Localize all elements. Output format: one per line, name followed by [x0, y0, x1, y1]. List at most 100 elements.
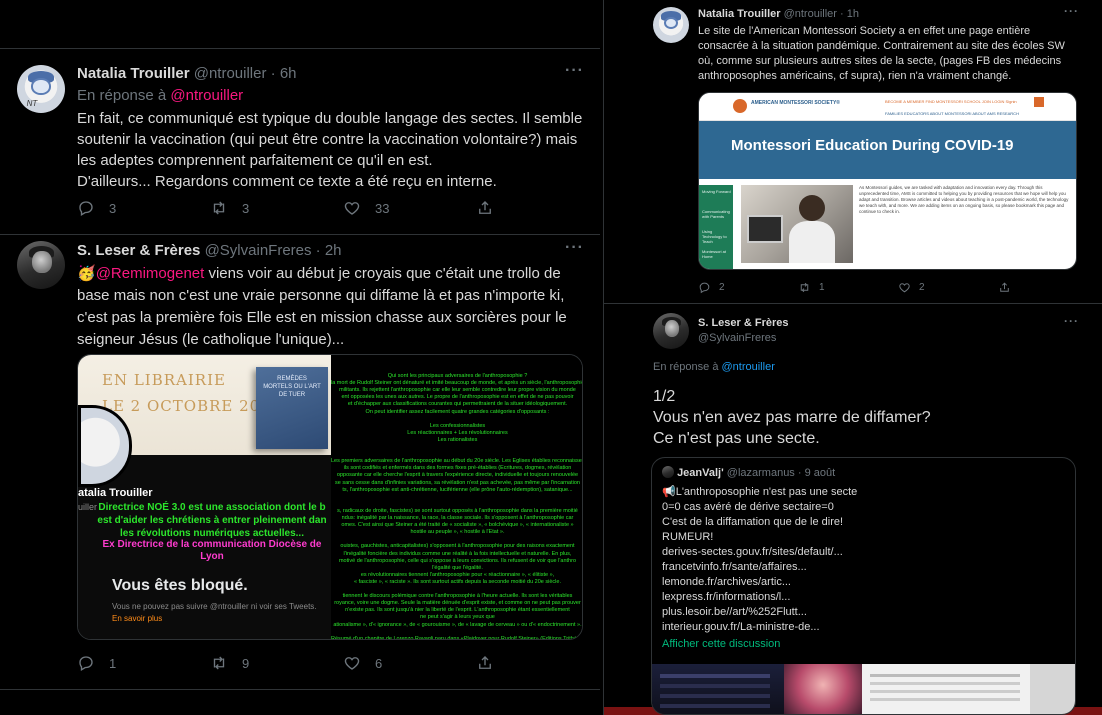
ams-hero: Montessori Education During COVID-19: [699, 121, 1076, 179]
separator-dot: ·: [315, 242, 321, 259]
more-options-icon[interactable]: ···: [565, 239, 584, 257]
quote-media-strip[interactable]: [652, 664, 1075, 714]
author-name[interactable]: Natalia Trouiller: [698, 8, 781, 20]
party-emoji: 🥳: [77, 265, 96, 282]
heart-icon: [899, 283, 910, 293]
retweet-button[interactable]: 9: [210, 654, 343, 672]
timestamp[interactable]: 2h: [325, 242, 342, 259]
avatar[interactable]: [17, 241, 65, 289]
quote-author-handle: @lazarmanus: [726, 467, 795, 479]
media-left-panel: EN LIBRAIRIE LE 2 OCTOBRE 2020 REMÈDES M…: [78, 355, 331, 639]
like-button[interactable]: 6: [343, 654, 476, 672]
quote-link-line[interactable]: lexpress.fr/informations/l...: [662, 590, 857, 605]
media-text-line: es révolutionnaires tiennent l'anthropos…: [360, 571, 555, 578]
tweet-text-line: 🥳@Remimogenet viens voir au début je cro…: [77, 263, 567, 285]
timestamp[interactable]: 1h: [847, 8, 859, 20]
reply-mention-link[interactable]: @ntrouiller: [170, 87, 243, 104]
ams-header: AMERICAN MONTESSORI SOCIETY® BECOME A ME…: [699, 93, 1076, 121]
media-text-line: opposante car elle cherche l'esprit à tr…: [336, 472, 579, 479]
side-item: Montessori at Home: [702, 249, 727, 259]
author-handle[interactable]: @SylvainFreres: [205, 242, 312, 259]
share-button[interactable]: [476, 654, 494, 672]
reply-count: 1: [109, 655, 117, 671]
tweet-media-image[interactable]: EN LIBRAIRIE LE 2 OCTOBRE 2020 REMÈDES M…: [77, 354, 583, 640]
media-text-line: Les confessionnalistes: [429, 422, 486, 429]
retweet-button[interactable]: 3: [210, 199, 343, 217]
more-options-icon[interactable]: ···: [1064, 4, 1079, 18]
reply-count: 2: [719, 282, 725, 293]
tweet-text: Le site de l'American Montessori Society…: [698, 24, 1065, 84]
quote-link-line[interactable]: lemonde.fr/archives/artic...: [662, 575, 857, 590]
tweet-text: 1/2 Vous n'en avez pas marre de diffamer…: [653, 386, 931, 449]
like-button[interactable]: 2: [898, 281, 998, 294]
author-name[interactable]: S. Leser & Frères: [698, 316, 789, 331]
quote-text-span: L'anthroposophie n'est pas une secte: [675, 486, 858, 498]
more-options-icon[interactable]: ···: [1064, 314, 1079, 328]
media-text-line: Qui sont les principaux adversaires de l…: [387, 373, 528, 379]
quote-timestamp: 9 août: [804, 467, 836, 479]
quote-link-line[interactable]: interieur.gouv.fr/La-ministre-de...: [662, 620, 857, 635]
reply-prefix: En réponse à: [77, 87, 167, 104]
media-text-line: Les premiers adversaires de l'anthroposo…: [331, 458, 583, 465]
tweet-text-line: Vous n'en avez pas marre de diffamer?: [653, 409, 931, 426]
blocked-subtitle: Vous ne pouvez pas suivre @ntrouiller ni…: [112, 601, 322, 625]
retweet-count: 3: [242, 200, 250, 216]
share-button[interactable]: [998, 281, 1011, 294]
like-button[interactable]: 33: [343, 199, 476, 217]
separator-dot: ·: [840, 8, 844, 20]
author-name[interactable]: Natalia Trouiller: [77, 65, 190, 82]
show-thread-link[interactable]: Afficher cette discussion: [662, 638, 780, 650]
tweet-text-line: c'est pas la première fois Elle est en m…: [77, 309, 567, 326]
retweet-count: 9: [242, 655, 250, 671]
tweet-text: 🥳@Remimogenet viens voir au début je cro…: [77, 263, 567, 351]
quote-link-line[interactable]: derives-sectes.gouv.fr/sites/default/...: [662, 545, 857, 560]
share-icon: [479, 201, 491, 214]
media-text-line: ationalisme », d'« ignorance », de « gou…: [333, 621, 582, 628]
author-handle[interactable]: @SylvainFreres: [698, 331, 789, 346]
reply-button[interactable]: 1: [77, 654, 210, 672]
avatar[interactable]: [653, 313, 689, 349]
share-button[interactable]: [476, 199, 494, 217]
mention-link[interactable]: @Remimogenet: [96, 265, 205, 282]
quote-avatar: [662, 466, 674, 478]
tweet-actions: 1 9 6: [77, 654, 494, 672]
reply-button[interactable]: 3: [77, 199, 210, 217]
media-text-line: hostile au peuple », « hostile à l'État …: [410, 529, 505, 536]
ams-top-links: BECOME A MEMBER FIND MONTESSORI SCHOOL J…: [885, 99, 1017, 104]
media-text-line: Résumé d'un chapitre de Lorenzo Ravagli …: [331, 635, 583, 640]
tweet-natalia-montessori[interactable]: Natalia Trouiller @ntrouiller · 1h ··· L…: [604, 0, 1102, 303]
author-block: S. Leser & Frères @SylvainFreres: [698, 316, 789, 346]
tweet-text-line: Ce n'est pas une secte.: [653, 430, 820, 447]
quote-header: JeanValj' @lazarmanus · 9 août: [662, 466, 835, 479]
tweet-media-image[interactable]: AMERICAN MONTESSORI SOCIETY® BECOME A ME…: [698, 92, 1077, 270]
tweet-header: Natalia Trouiller @ntrouiller · 6h: [77, 65, 297, 82]
media-text-line: s, radicaux de droite, fascistes) se son…: [337, 507, 578, 514]
timestamp[interactable]: 6h: [280, 65, 297, 82]
side-item: Communicating with Parents: [702, 209, 730, 219]
reply-context: En réponse à @ntrouiller: [653, 361, 775, 373]
avatar[interactable]: NT: [17, 65, 65, 113]
reply-button[interactable]: 2: [698, 281, 798, 294]
quote-link-line[interactable]: plus.lesoir.be//art/%252Flutt...: [662, 605, 857, 620]
author-handle[interactable]: @ntrouiller: [784, 8, 837, 20]
media-text-line: Les rationalistes: [437, 436, 478, 443]
media-text-line: ts, l'anthroposophie est anti-chrétienne…: [342, 486, 573, 493]
search-icon: [1034, 97, 1044, 107]
author-name[interactable]: S. Leser & Frères: [77, 242, 200, 259]
avatar[interactable]: [653, 7, 689, 43]
retweet-icon: [213, 201, 225, 215]
like-count: 2: [919, 282, 925, 293]
librairie-text: EN LIBRAIRIE LE 2 OCTOBRE 2020: [102, 367, 281, 419]
author-handle[interactable]: @ntrouiller: [194, 65, 267, 82]
tweet-natalia-reply[interactable]: NT Natalia Trouiller @ntrouiller · 6h ··…: [0, 48, 600, 234]
media-text-line: royance, voire une dogme. Seule la matiè…: [334, 600, 581, 607]
like-count: 33: [375, 200, 390, 216]
like-count: 6: [375, 655, 383, 671]
reply-mention-link[interactable]: @ntrouiller: [722, 361, 775, 373]
tweet-actions: 3 3 33: [77, 199, 494, 217]
quoted-tweet[interactable]: JeanValj' @lazarmanus · 9 août 📢L'anthro…: [651, 457, 1076, 715]
retweet-button[interactable]: 1: [798, 281, 898, 294]
more-options-icon[interactable]: ···: [565, 62, 584, 80]
media-text-line: tiennent le discours polémique contre l'…: [342, 593, 573, 600]
quote-link-line[interactable]: francetvinfo.fr/sante/affaires...: [662, 560, 857, 575]
